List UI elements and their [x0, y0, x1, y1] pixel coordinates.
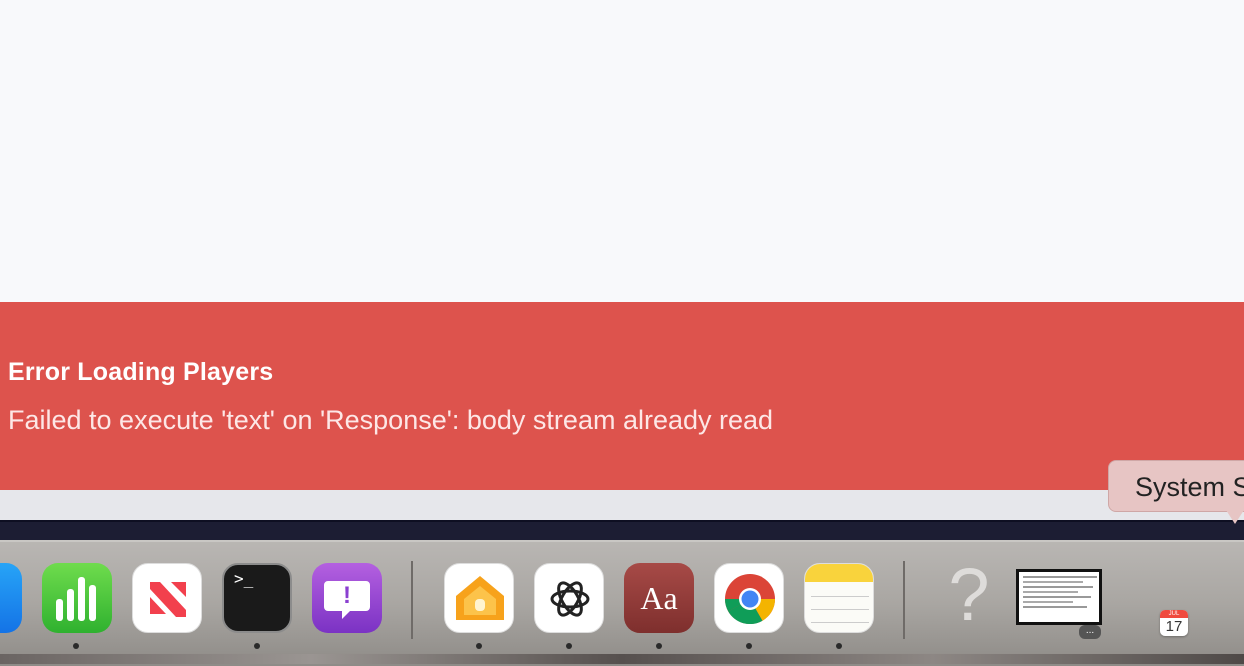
numbers-icon[interactable] [42, 563, 112, 633]
error-title: Error Loading Players [8, 358, 274, 386]
running-indicator [566, 643, 572, 649]
dock-tooltip: System S [1108, 460, 1244, 512]
calendar-icon[interactable]: JUL 17 [1160, 610, 1188, 636]
calendar-day: 17 [1165, 618, 1183, 635]
terminal-prompt-glyph: >_ [234, 569, 254, 588]
dictionary-icon[interactable]: Aa [624, 563, 694, 633]
running-indicator [254, 643, 260, 649]
chatgpt-icon[interactable] [534, 563, 604, 633]
window-edge-strip [0, 520, 1244, 542]
notes-line [811, 596, 869, 597]
thumbnail-line [1023, 596, 1091, 598]
notes-header-bar [805, 564, 873, 582]
page-footer-strip [0, 490, 1244, 520]
running-indicator [746, 643, 752, 649]
error-banner: Error Loading Players Failed to execute … [0, 302, 1244, 490]
exclamation-glyph: ! [343, 582, 351, 609]
dock-tooltip-tail [1226, 510, 1244, 524]
dock-separator [411, 561, 413, 639]
window-thumbnail-icon[interactable] [1016, 569, 1102, 625]
thumbnail-line [1023, 581, 1083, 583]
thumbnail-line [1023, 606, 1087, 608]
running-indicator [73, 643, 79, 649]
more-badge: ... [1079, 625, 1101, 639]
page-content-area [0, 0, 1244, 302]
notes-icon[interactable] [804, 563, 874, 633]
error-message: Failed to execute 'text' on 'Response': … [8, 405, 774, 435]
chrome-icon[interactable] [714, 563, 784, 633]
calendar-month: JUL [1160, 610, 1188, 618]
home-icon[interactable] [444, 563, 514, 633]
app-store-icon[interactable] [0, 563, 22, 633]
unknown-app-icon[interactable]: ? [934, 553, 1004, 636]
thumbnail-line [1023, 601, 1073, 603]
news-icon[interactable] [132, 563, 202, 633]
terminal-icon[interactable]: >_ [222, 563, 292, 633]
feedback-assistant-icon[interactable]: ! [312, 563, 382, 633]
question-mark-glyph: ? [948, 552, 990, 636]
notes-line [811, 609, 869, 610]
thumbnail-line [1023, 586, 1093, 588]
notes-line [811, 622, 869, 623]
dictionary-glyph: Aa [640, 579, 678, 616]
running-indicator [476, 643, 482, 649]
running-indicator [836, 643, 842, 649]
dock-separator [903, 561, 905, 639]
desktop-wallpaper [0, 654, 1244, 664]
running-indicator [656, 643, 662, 649]
thumbnail-line [1023, 576, 1097, 578]
thumbnail-line [1023, 591, 1078, 593]
